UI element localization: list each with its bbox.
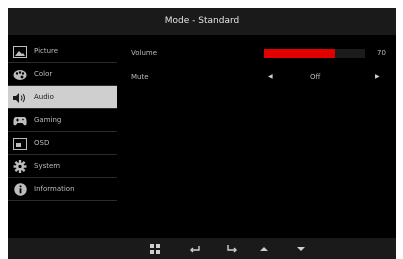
down-arrow-icon[interactable] [295, 243, 307, 255]
settings-panel: Volume 70 Mute ◀ Off ▶ [117, 40, 396, 240]
up-arrow-icon[interactable] [258, 243, 270, 255]
enter-icon[interactable] [226, 243, 238, 255]
sidebar-item-label: Gaming [34, 116, 62, 124]
navigation-bar [8, 238, 396, 259]
speaker-icon [13, 91, 27, 104]
osd-window-icon [13, 137, 27, 150]
picture-icon [13, 45, 27, 58]
sidebar-item-label: OSD [34, 139, 50, 147]
info-icon [13, 183, 27, 196]
mute-row: Mute ◀ Off ▶ [117, 69, 396, 85]
volume-slider[interactable] [264, 49, 365, 58]
mute-label: Mute [131, 73, 149, 81]
sidebar-item-label: System [34, 162, 61, 170]
osd-menu: Mode - Standard Picture Color Audio Gami… [8, 8, 396, 259]
sidebar-item-audio[interactable]: Audio [8, 86, 117, 109]
back-icon[interactable] [189, 243, 201, 255]
sidebar-item-osd[interactable]: OSD [8, 132, 117, 155]
color-palette-icon [13, 68, 27, 81]
mode-title: Mode - Standard [164, 16, 240, 26]
volume-slider-fill [264, 49, 335, 58]
gear-icon [13, 160, 27, 173]
sidebar-item-system[interactable]: System [8, 155, 117, 178]
sidebar: Picture Color Audio Gaming OSD System In… [8, 40, 117, 201]
sidebar-item-label: Information [34, 185, 75, 193]
gamepad-icon [13, 114, 27, 127]
volume-row: Volume 70 [117, 45, 396, 61]
mute-value: Off [310, 73, 321, 81]
volume-value: 70 [377, 49, 386, 57]
volume-label: Volume [131, 49, 158, 57]
sidebar-item-gaming[interactable]: Gaming [8, 109, 117, 132]
sidebar-item-label: Color [34, 70, 53, 78]
mute-right-arrow-icon[interactable]: ▶ [375, 69, 380, 85]
sidebar-item-color[interactable]: Color [8, 63, 117, 86]
mute-left-arrow-icon[interactable]: ◀ [268, 69, 273, 85]
sidebar-item-information[interactable]: Information [8, 178, 117, 201]
sidebar-item-label: Audio [34, 93, 54, 101]
sidebar-item-picture[interactable]: Picture [8, 40, 117, 63]
menu-grid-icon[interactable] [149, 243, 161, 255]
title-bar: Mode - Standard [8, 8, 396, 35]
sidebar-item-label: Picture [34, 47, 59, 55]
